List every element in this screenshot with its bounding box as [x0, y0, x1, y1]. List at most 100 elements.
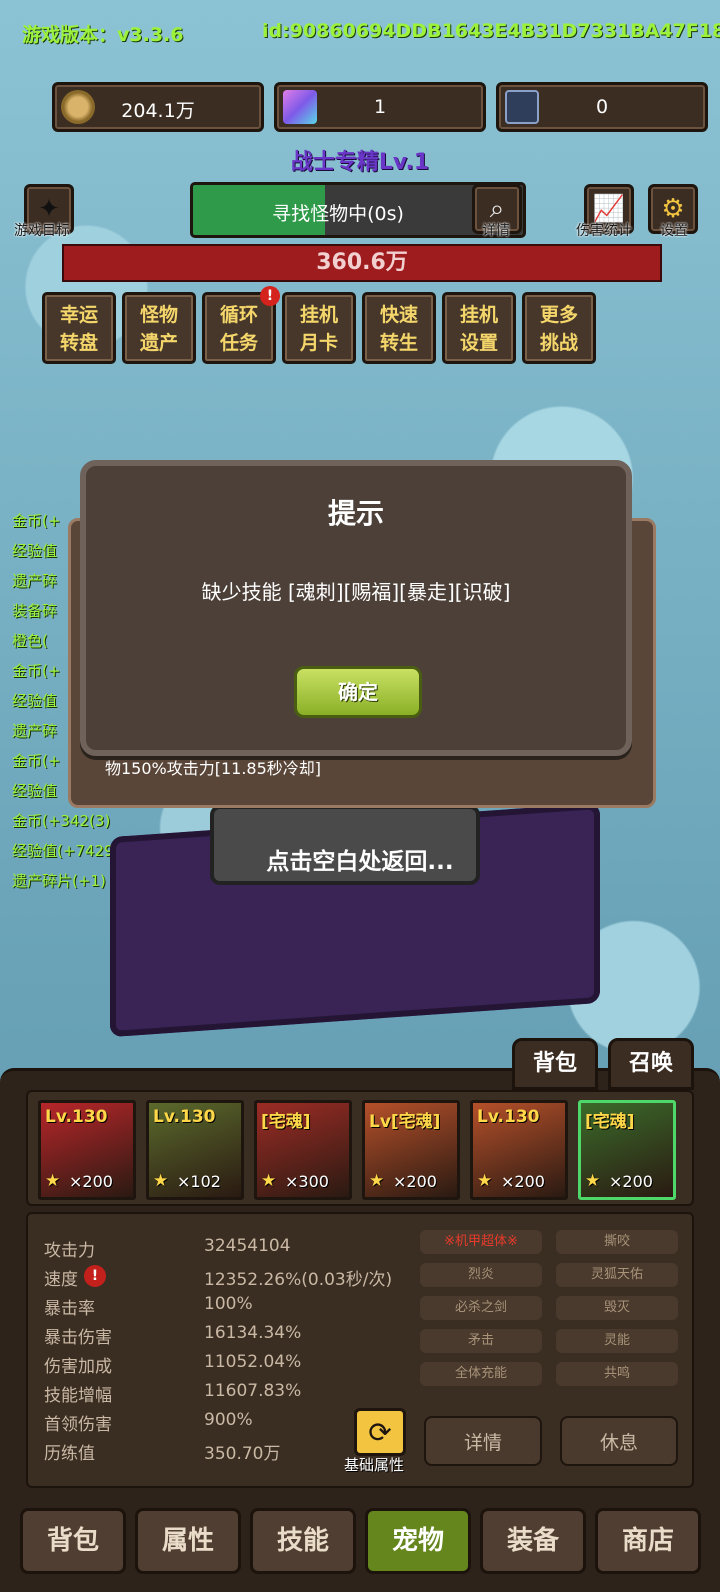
background-dialog-text: 物150%攻击力[11.85秒冷却]	[105, 759, 322, 778]
coin-value: 204.1万	[121, 100, 195, 122]
skill-tag[interactable]: 全体充能	[420, 1362, 542, 1386]
boss-hp-bar: 360.6万	[62, 244, 662, 282]
log-line: 遗产碎	[12, 722, 58, 740]
stat-value: 12352.26%(0.03秒/次)	[204, 1270, 393, 1290]
skill-tag[interactable]: 撕咬	[556, 1230, 678, 1254]
pet-level: [宅魂]	[261, 1112, 311, 1132]
log-line: 橙色(	[12, 632, 48, 650]
pet-star-count: ×102	[177, 1172, 221, 1191]
dialog-title: 提示	[327, 497, 384, 530]
star-icon: ★	[45, 1171, 61, 1191]
bottom-tab[interactable]: 背包	[20, 1508, 126, 1574]
stat-value: 16134.34%	[204, 1323, 302, 1343]
log-line: 金币(+	[12, 662, 61, 680]
confirm-button[interactable]: 确定	[294, 666, 422, 718]
pet-card[interactable]: [宅魂] ★ ×300	[254, 1100, 352, 1200]
pet-star-count: ×200	[393, 1172, 437, 1191]
log-line: 经验值	[12, 692, 58, 710]
stat-value: 32454104	[204, 1236, 291, 1256]
title-badge: 战士专精Lv.1	[290, 150, 430, 175]
stat-value: 350.70万	[204, 1444, 281, 1464]
side-tab-bag[interactable]: 背包	[512, 1038, 598, 1090]
stat-label: 暴击伤害	[44, 1328, 112, 1348]
bottom-tab[interactable]: 商店	[595, 1508, 701, 1574]
dialog-message: 缺少技能 [魂刺][赐福][暴走][识破]	[201, 580, 511, 604]
pet-star-count: ×200	[609, 1172, 653, 1191]
stat-label: 暴击率	[44, 1299, 95, 1319]
bottom-tab[interactable]: 技能	[250, 1508, 356, 1574]
stat-value: 900%	[204, 1410, 253, 1430]
pet-level: [宅魂]	[585, 1112, 635, 1132]
tap-to-return-hint[interactable]: 点击空白处返回...	[0, 842, 720, 876]
pet-rest-button[interactable]: 休息	[560, 1416, 678, 1466]
log-line: 金币(+	[12, 512, 61, 530]
card-resource: 0	[496, 82, 708, 132]
base-attr-label: 基础属性	[344, 1456, 405, 1474]
pet-card[interactable]: Lv.130 ★ ×200	[470, 1100, 568, 1200]
pet-detail-button[interactable]: 详情	[424, 1416, 542, 1466]
menu-lucky-wheel[interactable]: 幸运 转盘	[42, 292, 116, 364]
skill-tag[interactable]: 灵能	[556, 1329, 678, 1353]
stat-label: 伤害加成	[44, 1357, 112, 1377]
log-line: 金币(+	[12, 752, 61, 770]
skill-tag[interactable]: 毁灭	[556, 1296, 678, 1320]
skill-tag[interactable]: 烈炎	[420, 1263, 542, 1287]
stat-value: 11052.04%	[204, 1352, 302, 1372]
pet-star-count: ×200	[69, 1172, 113, 1191]
hint-dialog: 提示 缺少技能 [魂刺][赐福][暴走][识破] 确定	[80, 460, 632, 756]
star-icon: ★	[153, 1171, 169, 1191]
settings-label: 设置	[660, 223, 688, 239]
bottom-tab[interactable]: 装备	[480, 1508, 586, 1574]
card-value: 0	[595, 96, 609, 118]
pet-card[interactable]: Lv.130 ★ ×200	[38, 1100, 136, 1200]
pet-level: Lv.130	[477, 1107, 540, 1127]
pet-card[interactable]: Lv.130 ★ ×102	[146, 1100, 244, 1200]
stat-label: 技能增幅	[44, 1386, 112, 1406]
pet-star-count: ×200	[501, 1172, 545, 1191]
skill-tag[interactable]: 必杀之剑	[420, 1296, 542, 1320]
bottom-tab[interactable]: 宠物	[365, 1508, 471, 1574]
log-line: 经验值	[12, 782, 58, 800]
skill-tag[interactable]: ※机甲超体※	[420, 1230, 542, 1254]
side-tab-summon[interactable]: 召唤	[608, 1038, 694, 1090]
log-line: 装备碎	[12, 602, 58, 620]
skill-tag[interactable]: 灵狐天佑	[556, 1263, 678, 1287]
log-line: 遗产碎	[12, 572, 58, 590]
star-icon: ★	[261, 1171, 277, 1191]
search-status: 寻找怪物中(0s)	[272, 203, 404, 225]
refresh-icon[interactable]: ⟳	[354, 1408, 406, 1456]
crystal-resource: 1	[274, 82, 486, 132]
detail-label: 详情	[482, 223, 510, 239]
pet-level: Lv[宅魂]	[369, 1112, 441, 1132]
stat-label: 速度	[44, 1270, 78, 1290]
loop-task-alert-badge: !	[260, 286, 280, 306]
damage-stats-label: 伤害统计	[576, 223, 632, 239]
star-icon: ★	[585, 1171, 601, 1191]
pet-level: Lv.130	[45, 1107, 108, 1127]
user-id: id:90860694DDB1643E4B31D7331BA47F18	[262, 20, 720, 42]
stat-label: 攻击力	[44, 1241, 95, 1261]
stat-label: 历练值	[44, 1444, 95, 1464]
stat-label: 首领伤害	[44, 1415, 112, 1435]
pet-card[interactable]: Lv[宅魂] ★ ×200	[362, 1100, 460, 1200]
stat-value: 100%	[204, 1294, 253, 1314]
log-line: 金币(+342(3)	[12, 812, 111, 830]
menu-idle-settings[interactable]: 挂机 设置	[442, 292, 516, 364]
menu-idle-monthly-card[interactable]: 挂机 月卡	[282, 292, 356, 364]
game-version: 游戏版本：v3.3.6	[22, 24, 184, 46]
log-line: 经验值	[12, 542, 58, 560]
pet-level: Lv.130	[153, 1107, 216, 1127]
star-icon: ★	[477, 1171, 493, 1191]
menu-more-challenges[interactable]: 更多 挑战	[522, 292, 596, 364]
menu-monster-legacy[interactable]: 怪物 遗产	[122, 292, 196, 364]
menu-quick-rebirth[interactable]: 快速 转生	[362, 292, 436, 364]
skill-tag[interactable]: 矛击	[420, 1329, 542, 1353]
pet-star-count: ×300	[285, 1172, 329, 1191]
crystal-value: 1	[373, 96, 387, 118]
speed-alert-icon[interactable]: !	[84, 1265, 106, 1287]
pet-card[interactable]: [宅魂] ★ ×200	[578, 1100, 676, 1200]
coin-resource: 204.1万	[52, 82, 264, 132]
skill-tag[interactable]: 共鸣	[556, 1362, 678, 1386]
star-icon: ★	[369, 1171, 385, 1191]
bottom-tab[interactable]: 属性	[135, 1508, 241, 1574]
